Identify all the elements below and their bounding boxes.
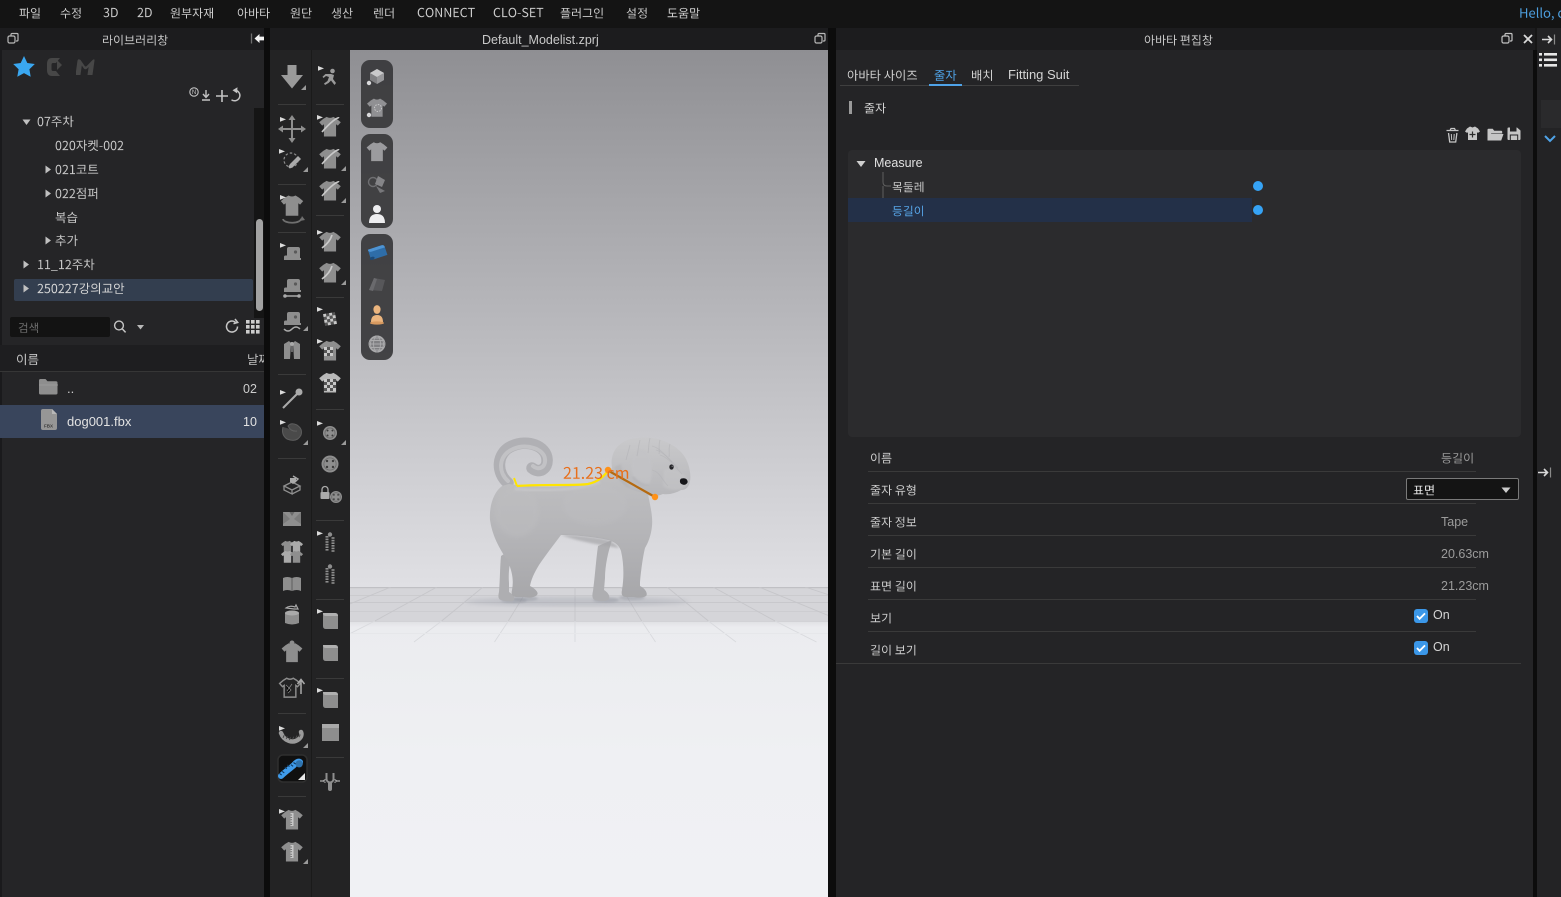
svg-text:FBX: FBX <box>44 424 53 429</box>
svg-text:N: N <box>192 90 196 96</box>
